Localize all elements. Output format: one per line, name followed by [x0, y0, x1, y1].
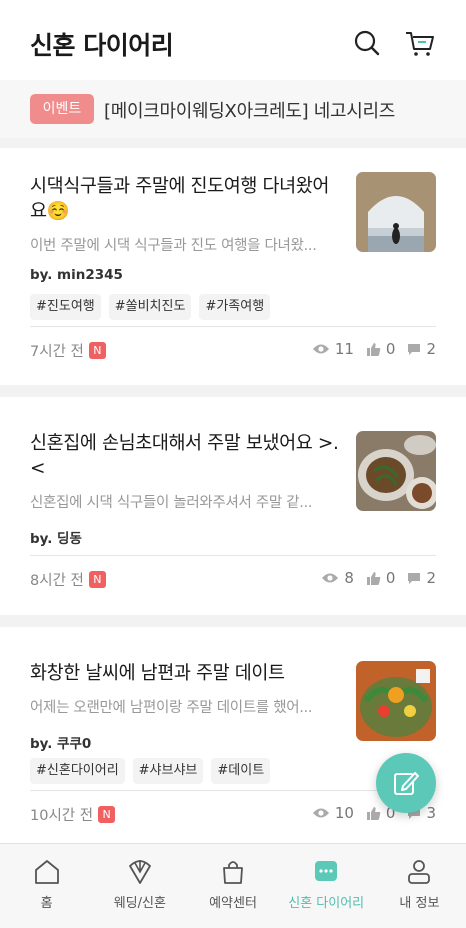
- post-thumbnail[interactable]: [356, 431, 436, 511]
- post-time: 10시간 전 N: [30, 804, 116, 825]
- post-thumbnail-image: [356, 661, 436, 741]
- post-author: by. 쿠쿠0: [30, 736, 92, 752]
- post-card[interactable]: 시댁식구들과 주말에 진도여행 다녀왔어요☺️ 이번 주말에 시댁 식구들과 진…: [0, 148, 466, 385]
- tab-my-info[interactable]: 내 정보: [373, 844, 466, 928]
- tab-home-label: 홈: [40, 896, 53, 911]
- event-badge: 이벤트: [30, 94, 94, 124]
- bouquet-icon: [128, 860, 151, 884]
- view-count-value: 11: [334, 340, 354, 358]
- tab-wedding-label: 웨딩/신혼: [113, 896, 166, 911]
- post-card[interactable]: 신혼집에 손님초대해서 주말 보냈어요 >.< 신혼집에 시댁 식구들이 놀러와…: [0, 397, 466, 615]
- thumbs-up-icon: [366, 342, 381, 356]
- post-preview: 신혼집에 시댁 식구들이 놀러와주셔서 주말 같...: [30, 495, 313, 511]
- post-time-text: 7시간 전: [30, 344, 84, 360]
- tag[interactable]: #신혼다이어리: [30, 758, 125, 784]
- page-title: 신혼 다이어리: [30, 31, 174, 60]
- search-icon[interactable]: [352, 28, 382, 58]
- app-header: 신혼 다이어리: [0, 0, 466, 80]
- tab-wedding[interactable]: 웨딩/신혼: [93, 844, 186, 928]
- comment-icon: [408, 572, 421, 584]
- shopping-bag-icon: [223, 861, 243, 884]
- tag[interactable]: #데이트: [211, 758, 271, 784]
- tab-home[interactable]: 홈: [0, 844, 93, 928]
- post-author: by. min2345: [30, 267, 123, 283]
- tab-my-info-label: 내 정보: [399, 896, 440, 911]
- comment-count: 2: [407, 340, 436, 358]
- tab-diary[interactable]: 신혼 다이어리: [280, 844, 373, 928]
- post-stats: 11 0 2: [300, 340, 436, 358]
- tab-reservation[interactable]: 예약센터: [186, 844, 279, 928]
- tag[interactable]: #진도여행: [30, 294, 101, 320]
- post-time-text: 8시간 전: [30, 573, 84, 589]
- tag[interactable]: #가족여행: [199, 294, 271, 320]
- divider: [30, 555, 436, 556]
- divider: [30, 790, 436, 791]
- post-title[interactable]: 시댁식구들과 주말에 진도여행 다녀왔어요☺️: [30, 174, 342, 224]
- person-icon: [408, 860, 431, 884]
- eye-icon: [312, 344, 329, 354]
- tab-diary-label: 신혼 다이어리: [288, 896, 365, 911]
- post-thumbnail[interactable]: [356, 172, 436, 252]
- comment-count-value: 2: [426, 569, 436, 587]
- post-thumbnail-image: [356, 172, 436, 252]
- post-title[interactable]: 신혼집에 손님초대해서 주말 보냈어요 >.<: [30, 431, 342, 481]
- new-badge: N: [88, 571, 106, 588]
- view-count: 8: [321, 569, 354, 587]
- thumbs-up-icon: [366, 571, 381, 585]
- post-thumbnail[interactable]: [356, 661, 436, 741]
- comment-count-value: 2: [426, 340, 436, 358]
- event-banner-text[interactable]: [메이크마이웨딩X아크레도] 네고시리즈: [104, 97, 395, 123]
- post-thumbnail-image: [356, 431, 436, 511]
- view-count-value: 8: [344, 569, 354, 587]
- bottom-tab-bar: 홈 웨딩/신혼 예약센터 신혼 다이어리 내 정보: [0, 843, 466, 928]
- like-count: 0: [366, 569, 396, 587]
- post-tags: #신혼다이어리 #샤브샤브 #데이트: [30, 758, 271, 784]
- post-preview: 이번 주말에 시댁 식구들과 진도 여행을 다녀왔...: [30, 238, 317, 254]
- post-preview: 어제는 오랜만에 남편이랑 주말 데이트를 했어...: [30, 700, 313, 716]
- thumbs-up-icon: [366, 806, 381, 820]
- like-count-value: 0: [385, 340, 396, 358]
- post-time: 8시간 전 N: [30, 569, 106, 590]
- comment-count-value: 3: [426, 804, 436, 822]
- post-author: by. 딩동: [30, 531, 82, 547]
- divider: [30, 326, 436, 327]
- post-time: 7시간 전 N: [30, 340, 106, 361]
- view-count-value: 10: [334, 804, 354, 822]
- tag[interactable]: #쏠비치진도: [108, 294, 192, 320]
- edit-icon: [394, 772, 419, 795]
- like-count-value: 0: [385, 569, 396, 587]
- write-post-button[interactable]: [376, 753, 436, 813]
- like-count: 0: [366, 340, 396, 358]
- post-tags: #진도여행 #쏠비치진도 #가족여행: [30, 294, 271, 320]
- chat-icon: [315, 861, 338, 881]
- cart-icon[interactable]: [404, 28, 434, 58]
- tag[interactable]: #샤브샤브: [132, 758, 204, 784]
- view-count: 10: [312, 804, 354, 822]
- new-badge: N: [88, 342, 106, 359]
- eye-icon: [322, 573, 339, 583]
- comment-count: 2: [407, 569, 436, 587]
- post-title[interactable]: 화창한 날씨에 남편과 주말 데이트: [30, 661, 342, 686]
- home-icon: [34, 860, 59, 884]
- post-stats: 8 0 2: [309, 569, 436, 587]
- view-count: 11: [312, 340, 354, 358]
- new-badge: N: [98, 806, 116, 823]
- eye-icon: [312, 808, 329, 818]
- post-time-text: 10시간 전: [30, 808, 94, 824]
- tab-reservation-label: 예약센터: [209, 896, 257, 911]
- comment-icon: [408, 343, 421, 355]
